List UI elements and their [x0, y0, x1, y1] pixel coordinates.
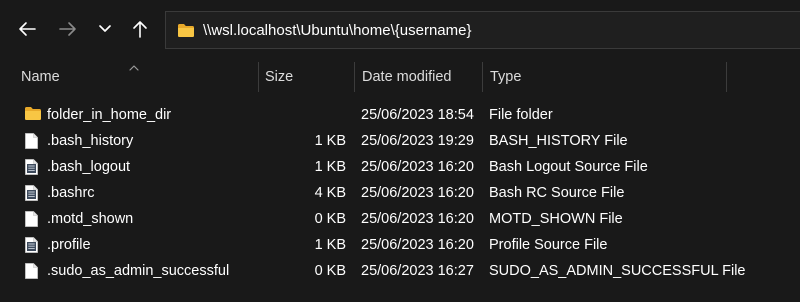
- file-row[interactable]: .bashrc 4 KB 25/06/2023 16:20 Bash RC So…: [0, 180, 800, 206]
- file-row[interactable]: .motd_shown 0 KB 25/06/2023 16:20 MOTD_S…: [0, 206, 800, 232]
- sort-ascending-icon: [128, 59, 140, 71]
- forward-button[interactable]: [53, 14, 83, 44]
- arrow-left-icon: [18, 21, 36, 37]
- file-date-modified: 25/06/2023 16:20: [361, 211, 474, 227]
- file-explorer-window: \\wsl.localhost\Ubuntu\home\{username} N…: [0, 0, 800, 302]
- file-name: .motd_shown: [47, 211, 134, 227]
- chevron-down-icon: [98, 24, 112, 34]
- file-row[interactable]: .sudo_as_admin_successful 0 KB 25/06/202…: [0, 258, 800, 284]
- up-button[interactable]: [125, 14, 155, 44]
- file-size: [262, 102, 346, 128]
- source-file-icon: [24, 184, 40, 202]
- file-type: Bash Logout Source File: [489, 159, 648, 175]
- folder-icon: [24, 106, 41, 124]
- file-name: .sudo_as_admin_successful: [47, 263, 230, 279]
- source-file-icon: [24, 236, 40, 254]
- column-header-row: Name Size Date modified Type: [0, 60, 800, 94]
- file-size: 0 KB: [314, 263, 346, 279]
- file-name: .profile: [47, 237, 91, 253]
- file-type: MOTD_SHOWN File: [489, 211, 623, 227]
- arrow-right-icon: [59, 21, 77, 37]
- column-header-name[interactable]: Name: [21, 60, 60, 94]
- file-row[interactable]: folder_in_home_dir 25/06/2023 18:54 File…: [0, 102, 800, 128]
- file-name: .bash_history: [47, 133, 134, 149]
- column-divider[interactable]: [482, 62, 483, 92]
- arrow-up-icon: [132, 20, 148, 38]
- source-file-icon: [24, 158, 40, 176]
- column-header-size[interactable]: Size: [265, 60, 293, 94]
- column-header-date[interactable]: Date modified: [362, 60, 451, 94]
- file-size: 1 KB: [314, 133, 346, 149]
- file-type: Profile Source File: [489, 237, 608, 253]
- file-date-modified: 25/06/2023 18:54: [361, 107, 474, 123]
- back-button[interactable]: [12, 14, 42, 44]
- file-row[interactable]: .bash_history 1 KB 25/06/2023 19:29 BASH…: [0, 128, 800, 154]
- column-divider[interactable]: [354, 62, 355, 92]
- recent-locations-button[interactable]: [90, 14, 120, 44]
- file-size: 1 KB: [314, 159, 346, 175]
- file-icon: [24, 132, 40, 150]
- file-row[interactable]: .profile 1 KB 25/06/2023 16:20 Profile S…: [0, 232, 800, 258]
- column-header-type[interactable]: Type: [490, 60, 521, 94]
- file-date-modified: 25/06/2023 16:20: [361, 159, 474, 175]
- file-name: .bashrc: [47, 185, 95, 201]
- file-size: 4 KB: [314, 185, 346, 201]
- file-name: folder_in_home_dir: [47, 107, 172, 123]
- file-date-modified: 25/06/2023 16:27: [361, 263, 474, 279]
- file-type: SUDO_AS_ADMIN_SUCCESSFUL File: [489, 263, 746, 279]
- address-path[interactable]: \\wsl.localhost\Ubuntu\home\{username}: [203, 22, 471, 39]
- file-date-modified: 25/06/2023 19:29: [361, 133, 474, 149]
- folder-icon: [177, 22, 197, 38]
- file-date-modified: 25/06/2023 16:20: [361, 237, 474, 253]
- file-icon: [24, 262, 40, 280]
- file-list: folder_in_home_dir 25/06/2023 18:54 File…: [0, 102, 800, 284]
- file-date-modified: 25/06/2023 16:20: [361, 185, 474, 201]
- address-bar[interactable]: \\wsl.localhost\Ubuntu\home\{username}: [165, 11, 800, 49]
- file-type: BASH_HISTORY File: [489, 133, 628, 149]
- file-icon: [24, 210, 40, 228]
- file-size: 0 KB: [314, 211, 346, 227]
- file-type: File folder: [489, 107, 553, 123]
- file-type: Bash RC Source File: [489, 185, 625, 201]
- column-divider[interactable]: [258, 62, 259, 92]
- file-size: 1 KB: [314, 237, 346, 253]
- column-divider[interactable]: [726, 62, 727, 92]
- file-row[interactable]: .bash_logout 1 KB 25/06/2023 16:20 Bash …: [0, 154, 800, 180]
- file-name: .bash_logout: [47, 159, 131, 175]
